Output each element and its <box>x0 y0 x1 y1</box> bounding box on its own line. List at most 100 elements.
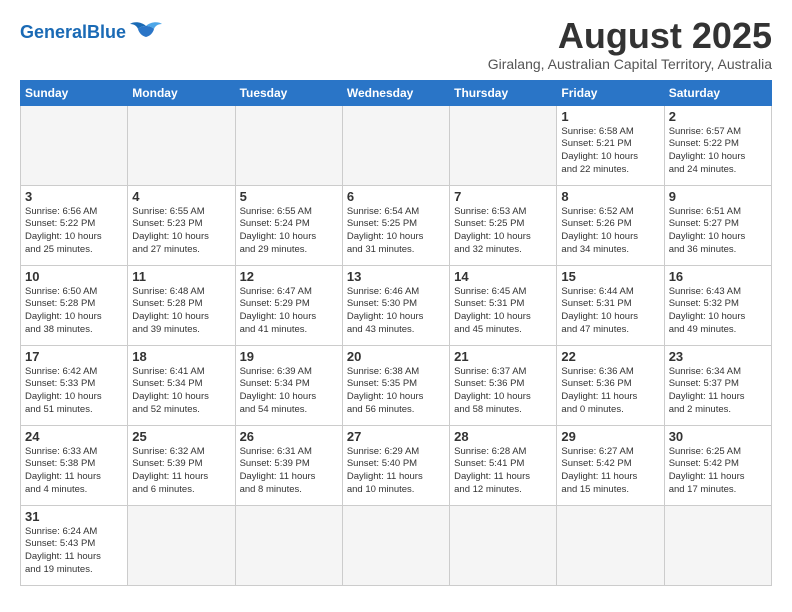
day-info: Sunrise: 6:33 AM Sunset: 5:38 PM Dayligh… <box>25 446 123 497</box>
day-number: 20 <box>347 349 445 364</box>
calendar-day: 13 Sunrise: 6:46 AM Sunset: 5:30 PM Dayli… <box>342 265 449 345</box>
day-number: 18 <box>132 349 230 364</box>
calendar-day <box>664 505 771 585</box>
calendar-day <box>342 505 449 585</box>
weekday-header-wednesday: Wednesday <box>342 80 449 105</box>
calendar-week-4: 17Sunrise: 6:42 AM Sunset: 5:33 PM Dayli… <box>21 345 772 425</box>
logo: GeneralBlue <box>20 20 164 44</box>
calendar-day <box>128 105 235 185</box>
day-info: Sunrise: 6:24 AM Sunset: 5:43 PM Dayligh… <box>25 526 123 577</box>
day-info: Sunrise: 6:52 AM Sunset: 5:26 PM Dayligh… <box>561 206 659 257</box>
title-section: August 2025 Giralang, Australian Capital… <box>488 16 772 72</box>
calendar-day <box>450 105 557 185</box>
calendar-day: 3Sunrise: 6:56 AM Sunset: 5:22 PM Daylig… <box>21 185 128 265</box>
day-number: 4 <box>132 189 230 204</box>
calendar-day: 24 Sunrise: 6:33 AM Sunset: 5:38 PM Dayli… <box>21 425 128 505</box>
day-number: 3 <box>25 189 123 204</box>
calendar-day: 21 Sunrise: 6:37 AM Sunset: 5:36 PM Dayli… <box>450 345 557 425</box>
calendar-day: 26 Sunrise: 6:31 AM Sunset: 5:39 PM Dayli… <box>235 425 342 505</box>
weekday-header-saturday: Saturday <box>664 80 771 105</box>
logo-text: GeneralBlue <box>20 23 126 41</box>
calendar-header-row: SundayMondayTuesdayWednesdayThursdayFrid… <box>21 80 772 105</box>
day-info: Sunrise: 6:44 AM Sunset: 5:31 PM Dayligh… <box>561 286 659 337</box>
calendar-day <box>235 505 342 585</box>
day-number: 17 <box>25 349 123 364</box>
day-number: 24 <box>25 429 123 444</box>
day-number: 30 <box>669 429 767 444</box>
calendar-day: 19 Sunrise: 6:39 AM Sunset: 5:34 PM Dayli… <box>235 345 342 425</box>
calendar-day <box>342 105 449 185</box>
day-info: Sunrise: 6:45 AM Sunset: 5:31 PM Dayligh… <box>454 286 552 337</box>
day-number: 26 <box>240 429 338 444</box>
day-number: 9 <box>669 189 767 204</box>
calendar-day <box>557 505 664 585</box>
day-info: Sunrise: 6:27 AM Sunset: 5:42 PM Dayligh… <box>561 446 659 497</box>
calendar-day: 15 Sunrise: 6:44 AM Sunset: 5:31 PM Dayli… <box>557 265 664 345</box>
day-number: 31 <box>25 509 123 524</box>
day-number: 21 <box>454 349 552 364</box>
day-info: Sunrise: 6:32 AM Sunset: 5:39 PM Dayligh… <box>132 446 230 497</box>
day-info: Sunrise: 6:58 AM Sunset: 5:21 PM Dayligh… <box>561 126 659 177</box>
day-info: Sunrise: 6:50 AM Sunset: 5:28 PM Dayligh… <box>25 286 123 337</box>
calendar-day: 12 Sunrise: 6:47 AM Sunset: 5:29 PM Dayli… <box>235 265 342 345</box>
day-number: 5 <box>240 189 338 204</box>
calendar-day: 5 Sunrise: 6:55 AM Sunset: 5:24 PM Daylig… <box>235 185 342 265</box>
day-info: Sunrise: 6:55 AM Sunset: 5:24 PM Dayligh… <box>240 206 338 257</box>
calendar-day: 30Sunrise: 6:25 AM Sunset: 5:42 PM Dayli… <box>664 425 771 505</box>
calendar-day: 20Sunrise: 6:38 AM Sunset: 5:35 PM Dayli… <box>342 345 449 425</box>
calendar-week-1: 1 Sunrise: 6:58 AM Sunset: 5:21 PM Daylig… <box>21 105 772 185</box>
day-info: Sunrise: 6:34 AM Sunset: 5:37 PM Dayligh… <box>669 366 767 417</box>
day-info: Sunrise: 6:37 AM Sunset: 5:36 PM Dayligh… <box>454 366 552 417</box>
calendar-day: 18 Sunrise: 6:41 AM Sunset: 5:34 PM Dayli… <box>128 345 235 425</box>
day-info: Sunrise: 6:46 AM Sunset: 5:30 PM Dayligh… <box>347 286 445 337</box>
calendar-day: 23 Sunrise: 6:34 AM Sunset: 5:37 PM Dayli… <box>664 345 771 425</box>
weekday-header-tuesday: Tuesday <box>235 80 342 105</box>
day-info: Sunrise: 6:41 AM Sunset: 5:34 PM Dayligh… <box>132 366 230 417</box>
calendar-day: 27Sunrise: 6:29 AM Sunset: 5:40 PM Dayli… <box>342 425 449 505</box>
day-info: Sunrise: 6:39 AM Sunset: 5:34 PM Dayligh… <box>240 366 338 417</box>
day-number: 1 <box>561 109 659 124</box>
day-info: Sunrise: 6:51 AM Sunset: 5:27 PM Dayligh… <box>669 206 767 257</box>
day-info: Sunrise: 6:31 AM Sunset: 5:39 PM Dayligh… <box>240 446 338 497</box>
day-number: 14 <box>454 269 552 284</box>
calendar-day: 31 Sunrise: 6:24 AM Sunset: 5:43 PM Dayli… <box>21 505 128 585</box>
day-number: 19 <box>240 349 338 364</box>
day-info: Sunrise: 6:28 AM Sunset: 5:41 PM Dayligh… <box>454 446 552 497</box>
day-info: Sunrise: 6:43 AM Sunset: 5:32 PM Dayligh… <box>669 286 767 337</box>
calendar-table: SundayMondayTuesdayWednesdayThursdayFrid… <box>20 80 772 586</box>
logo-bird-icon <box>128 20 164 44</box>
calendar-day <box>128 505 235 585</box>
calendar-week-5: 24 Sunrise: 6:33 AM Sunset: 5:38 PM Dayli… <box>21 425 772 505</box>
calendar-day: 8Sunrise: 6:52 AM Sunset: 5:26 PM Daylig… <box>557 185 664 265</box>
day-number: 27 <box>347 429 445 444</box>
day-number: 16 <box>669 269 767 284</box>
calendar-week-6: 31 Sunrise: 6:24 AM Sunset: 5:43 PM Dayli… <box>21 505 772 585</box>
day-info: Sunrise: 6:47 AM Sunset: 5:29 PM Dayligh… <box>240 286 338 337</box>
calendar-day: 16 Sunrise: 6:43 AM Sunset: 5:32 PM Dayli… <box>664 265 771 345</box>
calendar-day: 28 Sunrise: 6:28 AM Sunset: 5:41 PM Dayli… <box>450 425 557 505</box>
weekday-header-sunday: Sunday <box>21 80 128 105</box>
day-info: Sunrise: 6:36 AM Sunset: 5:36 PM Dayligh… <box>561 366 659 417</box>
calendar-day <box>21 105 128 185</box>
calendar-day: 11Sunrise: 6:48 AM Sunset: 5:28 PM Dayli… <box>128 265 235 345</box>
calendar-day: 7Sunrise: 6:53 AM Sunset: 5:25 PM Daylig… <box>450 185 557 265</box>
day-number: 10 <box>25 269 123 284</box>
day-number: 12 <box>240 269 338 284</box>
day-number: 23 <box>669 349 767 364</box>
day-number: 15 <box>561 269 659 284</box>
weekday-header-monday: Monday <box>128 80 235 105</box>
month-title: August 2025 <box>488 16 772 56</box>
calendar-day <box>450 505 557 585</box>
day-number: 25 <box>132 429 230 444</box>
day-number: 13 <box>347 269 445 284</box>
calendar-day: 4Sunrise: 6:55 AM Sunset: 5:23 PM Daylig… <box>128 185 235 265</box>
day-info: Sunrise: 6:53 AM Sunset: 5:25 PM Dayligh… <box>454 206 552 257</box>
day-info: Sunrise: 6:54 AM Sunset: 5:25 PM Dayligh… <box>347 206 445 257</box>
calendar-week-2: 3Sunrise: 6:56 AM Sunset: 5:22 PM Daylig… <box>21 185 772 265</box>
location-title: Giralang, Australian Capital Territory, … <box>488 56 772 72</box>
calendar-day: 22 Sunrise: 6:36 AM Sunset: 5:36 PM Dayli… <box>557 345 664 425</box>
day-number: 22 <box>561 349 659 364</box>
day-number: 28 <box>454 429 552 444</box>
weekday-header-thursday: Thursday <box>450 80 557 105</box>
day-number: 2 <box>669 109 767 124</box>
